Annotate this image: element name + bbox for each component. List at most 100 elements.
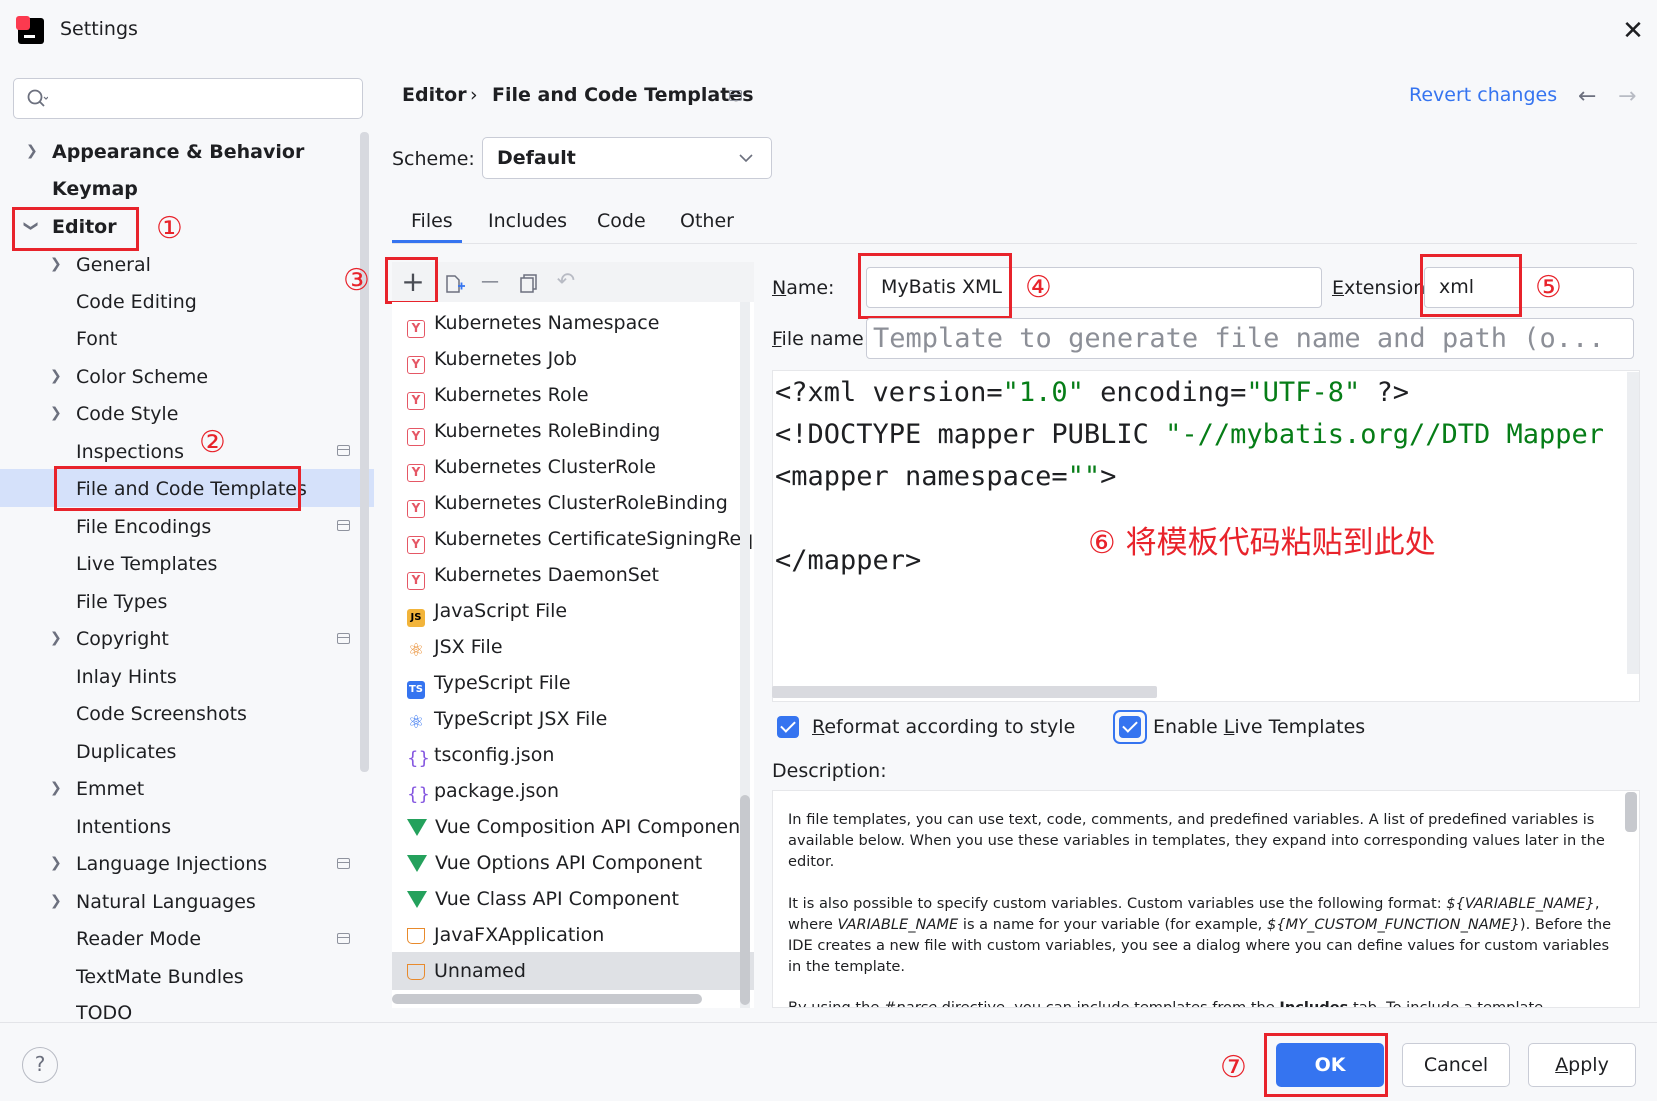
enable-live-templates-label[interactable]: Enable Live Templates — [1153, 716, 1365, 738]
chevron-right-icon[interactable]: ❯ — [50, 368, 62, 384]
list-item[interactable]: Vue Composition API Component — [407, 809, 748, 845]
file-name-input[interactable]: Template to generate file name and path … — [866, 318, 1634, 359]
list-item[interactable]: Vue Options API Component — [407, 845, 702, 881]
template-list-scroll-thumb[interactable] — [740, 795, 750, 1005]
description-paragraph: By using the #parse directive, you can i… — [788, 999, 1544, 1008]
tree-item-todo[interactable]: TODO — [76, 995, 132, 1021]
list-item[interactable]: {} tsconfig.json — [407, 737, 554, 773]
title-bar: Settings ✕ — [0, 0, 1657, 64]
tree-item-inlay-hints[interactable]: Inlay Hints — [76, 659, 177, 695]
chevron-right-icon[interactable]: ❯ — [50, 893, 62, 909]
template-list-toolbar: + — ↶ — [392, 262, 754, 302]
yaml-icon: Y — [407, 320, 425, 338]
editor-vertical-scrollbar[interactable] — [1627, 372, 1639, 674]
list-item[interactable]: Y Kubernetes RoleBinding — [407, 413, 660, 449]
tab-includes[interactable]: Includes — [488, 210, 567, 232]
tree-item-intentions[interactable]: Intentions — [76, 809, 171, 845]
tabs-divider — [392, 243, 1637, 244]
editor-horizontal-scrollbar[interactable] — [772, 686, 1157, 698]
template-list-hscroll-thumb[interactable] — [392, 994, 702, 1004]
apply-button[interactable]: Apply — [1528, 1043, 1636, 1087]
reformat-label[interactable]: Reformat according to style — [812, 716, 1075, 738]
breadcrumb-editor[interactable]: Editor — [402, 84, 467, 106]
list-item-label: Kubernetes ClusterRole — [434, 456, 656, 478]
settings-search-input[interactable] — [13, 78, 363, 119]
annotation-box-name — [858, 253, 1012, 319]
list-item[interactable]: Vue Class API Component — [407, 881, 679, 917]
reset-template-icon[interactable]: ↶ — [552, 262, 580, 302]
copy-template-icon[interactable] — [518, 272, 540, 294]
list-item[interactable]: JS JavaScript File — [407, 593, 567, 629]
tree-item-color-scheme[interactable]: Color Scheme — [76, 359, 208, 395]
page-title: File and Code Templates — [492, 84, 754, 106]
tab-code[interactable]: Code — [597, 210, 646, 232]
description-paragraph: In file templates, you can use text, cod… — [788, 811, 1605, 870]
list-item[interactable]: TS TypeScript File — [407, 665, 571, 701]
chevron-right-icon[interactable]: ❯ — [50, 780, 62, 796]
tree-item-file-types[interactable]: File Types — [76, 584, 167, 620]
breadcrumb-separator: › — [470, 84, 478, 106]
list-item-selected[interactable]: Unnamed — [407, 953, 526, 989]
list-item[interactable]: Y Kubernetes ClusterRoleBinding — [407, 485, 728, 521]
list-item[interactable]: Y Kubernetes Namespace — [407, 305, 659, 341]
tree-item-duplicates[interactable]: Duplicates — [76, 734, 176, 770]
annotation-number-4: ④ — [1025, 270, 1052, 305]
vue-icon — [407, 855, 427, 872]
annotation-box-extension — [1420, 254, 1522, 317]
list-item[interactable]: Y Kubernetes Job — [407, 341, 577, 377]
tree-item-live-templates[interactable]: Live Templates — [76, 546, 217, 582]
add-child-template-icon[interactable] — [444, 271, 466, 295]
description-scrollbar[interactable] — [1625, 792, 1637, 832]
list-item[interactable]: Y Kubernetes Role — [407, 377, 589, 413]
tree-item-emmet[interactable]: Emmet — [76, 771, 144, 807]
list-item-label: Kubernetes RoleBinding — [434, 420, 661, 442]
list-item-label: Vue Options API Component — [435, 852, 703, 874]
chevron-right-icon[interactable]: ❯ — [50, 405, 62, 421]
forward-arrow-icon[interactable]: → — [1618, 84, 1636, 109]
list-item[interactable]: JavaFXApplication — [407, 917, 604, 953]
enable-live-templates-checkbox[interactable] — [1119, 716, 1141, 738]
settings-tree-scrollbar[interactable] — [360, 132, 369, 772]
tree-item-copyright[interactable]: Copyright — [76, 621, 169, 657]
tree-item-font[interactable]: Font — [76, 321, 117, 357]
chevron-right-icon[interactable]: ❯ — [50, 256, 62, 272]
close-icon[interactable]: ✕ — [1618, 16, 1648, 46]
list-item[interactable]: {} package.json — [407, 773, 559, 809]
reformat-checkbox[interactable] — [777, 716, 799, 738]
tree-item-file-encodings[interactable]: File Encodings — [76, 509, 211, 545]
tree-item-code-screenshots[interactable]: Code Screenshots — [76, 696, 247, 732]
help-icon[interactable]: ? — [22, 1047, 58, 1083]
react-icon: ⚛ — [407, 640, 425, 661]
tree-item-code-style[interactable]: Code Style — [76, 396, 178, 432]
annotation-number-3: ③ — [343, 263, 370, 298]
back-arrow-icon[interactable]: ← — [1578, 84, 1596, 109]
cancel-button[interactable]: Cancel — [1402, 1043, 1510, 1087]
tree-item-language-injections[interactable]: Language Injections — [76, 846, 267, 882]
tab-other[interactable]: Other — [680, 210, 734, 232]
revert-changes-link[interactable]: Revert changes — [1409, 84, 1557, 106]
ok-button[interactable]: OK — [1276, 1043, 1384, 1087]
list-item[interactable]: ⚛ TypeScript JSX File — [407, 701, 607, 737]
list-item[interactable]: Y Kubernetes DaemonSet — [407, 557, 659, 593]
tree-item-code-editing[interactable]: Code Editing — [76, 284, 197, 320]
tree-item-general[interactable]: General — [76, 247, 151, 283]
list-item-label: JavaScript File — [434, 600, 568, 622]
tree-item-inspections[interactable]: Inspections — [76, 434, 184, 470]
tree-item-keymap[interactable]: Keymap — [52, 171, 138, 207]
description-panel: In file templates, you can use text, cod… — [772, 790, 1640, 1008]
tree-item-appearance-behavior[interactable]: Appearance & Behavior — [52, 134, 304, 170]
chevron-right-icon[interactable]: ❯ — [50, 630, 62, 646]
list-item-label: Kubernetes Namespace — [434, 312, 660, 334]
tree-item-reader-mode[interactable]: Reader Mode — [76, 921, 201, 957]
list-item[interactable]: Y Kubernetes CertificateSigningReques — [407, 521, 753, 557]
tree-item-textmate-bundles[interactable]: TextMate Bundles — [76, 959, 244, 995]
chevron-right-icon[interactable]: ❯ — [50, 855, 62, 871]
tab-files[interactable]: Files — [411, 210, 453, 232]
tree-item-natural-languages[interactable]: Natural Languages — [76, 884, 256, 920]
chevron-right-icon[interactable]: ❯ — [26, 143, 38, 159]
scheme-dropdown[interactable]: Default — [482, 137, 772, 179]
list-item[interactable]: Y Kubernetes ClusterRole — [407, 449, 656, 485]
list-item[interactable]: ⚛ JSX File — [407, 629, 503, 665]
annotation-note-6: ⑥ 将模板代码粘贴到此处 — [1088, 525, 1436, 561]
remove-template-icon[interactable]: — — [476, 262, 504, 302]
